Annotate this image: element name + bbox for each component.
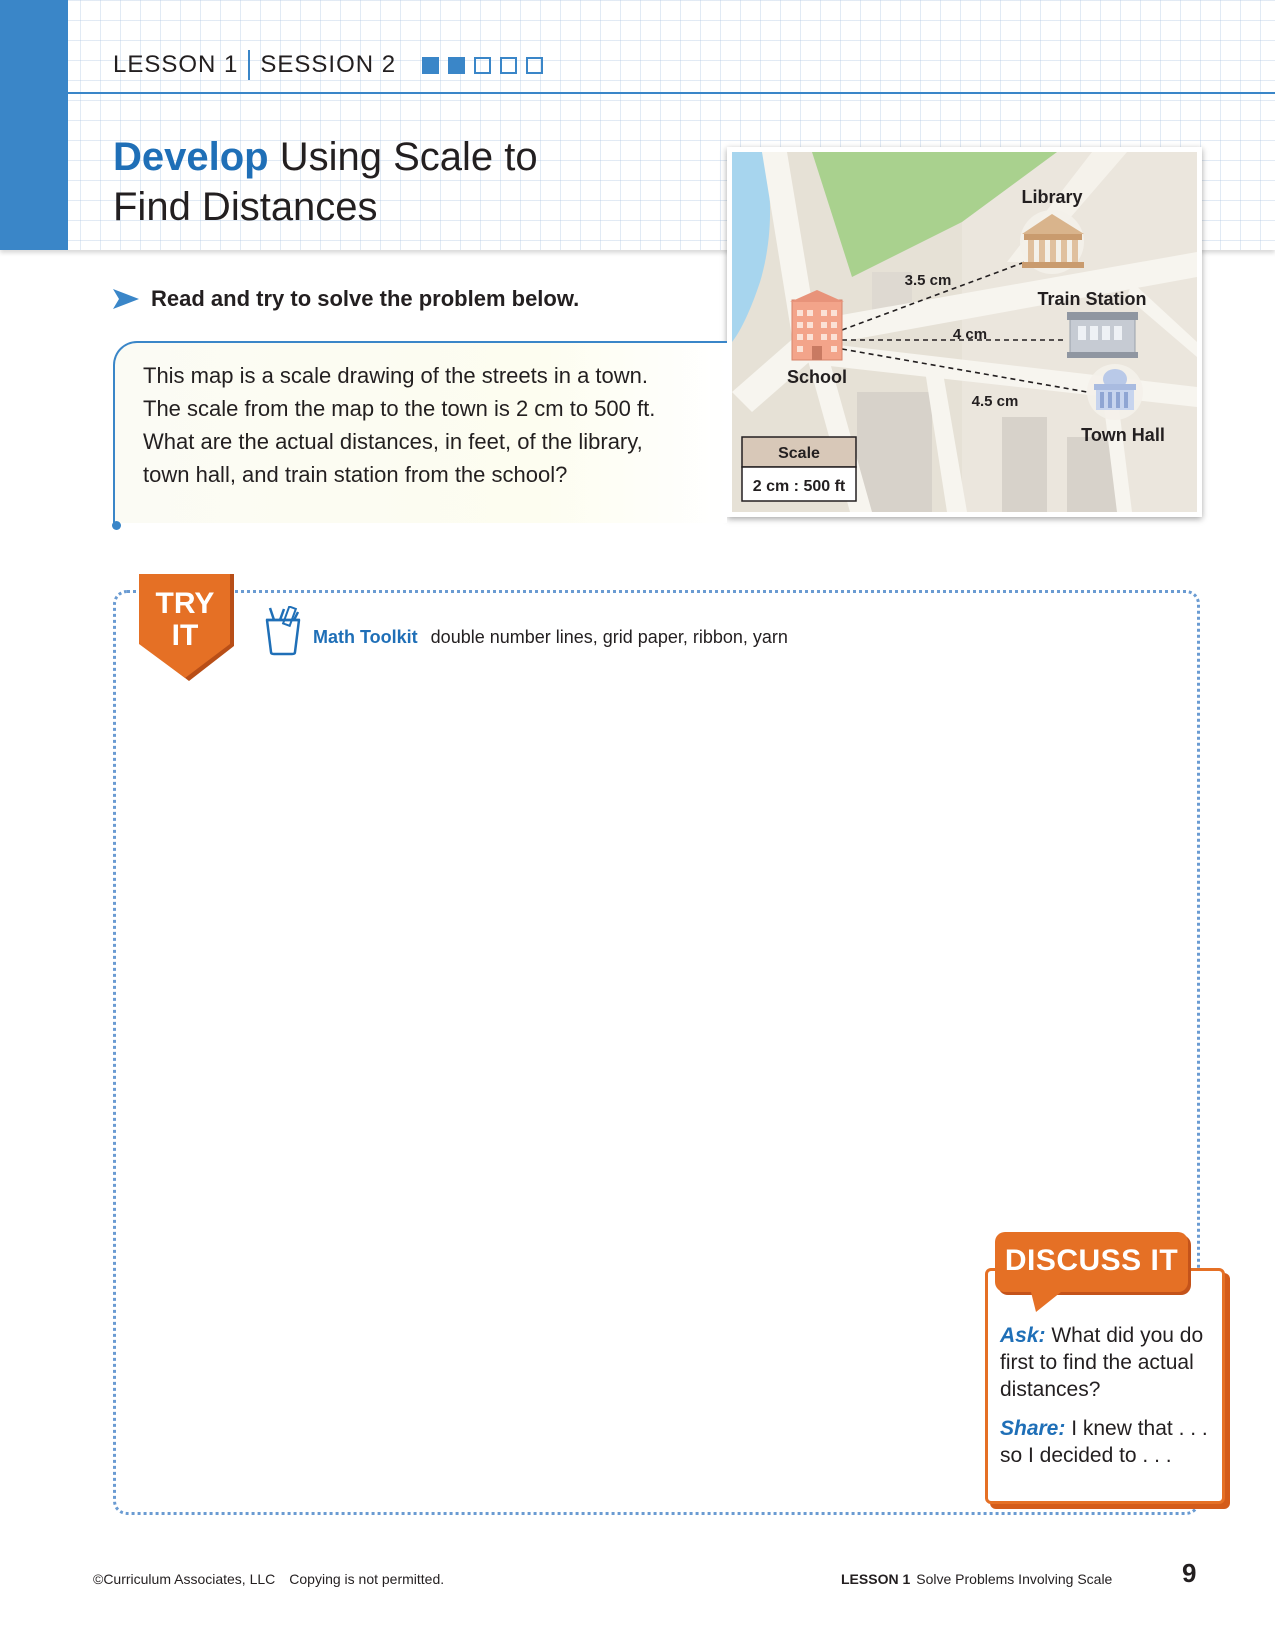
school-label: School [787, 367, 847, 387]
try-label-line-2: IT [171, 619, 199, 652]
problem-line-4: town hall, and train station from the sc… [143, 462, 568, 487]
discuss-it-body: Ask: What did you do first to find the a… [1000, 1322, 1215, 1481]
library-icon [1020, 210, 1084, 274]
train-station-icon [1067, 312, 1138, 358]
town-map-drawing: Library Train Station School Town Hall 3… [732, 152, 1197, 512]
footer-lesson: LESSON 1 Solve Problems Involving Scale [841, 1571, 1112, 1587]
school-icon [790, 290, 844, 361]
progress-square-4 [500, 56, 518, 74]
progress-square-3 [474, 56, 492, 74]
session-label: SESSION 2 [260, 51, 397, 78]
try-it-label: TRY IT [139, 588, 231, 652]
town-hall-icon [1087, 364, 1143, 420]
problem-text: This map is a scale drawing of the stree… [143, 359, 703, 491]
train-station-distance-label: 4 cm [953, 326, 987, 343]
footer-lesson-title: Solve Problems Involving Scale [916, 1571, 1113, 1587]
scale-value: 2 cm : 500 ft [753, 478, 846, 495]
progress-square-1 [422, 56, 440, 74]
problem-box-dot [112, 521, 121, 530]
math-toolkit-items: double number lines, grid paper, ribbon,… [430, 627, 788, 647]
footer-lesson-label: LESSON 1 [841, 1571, 911, 1587]
share-label: Share: [1000, 1417, 1066, 1440]
math-toolkit: Math Toolkit double number lines, grid p… [313, 627, 788, 648]
discuss-share: Share: I knew that . . . so I decided to… [1000, 1415, 1215, 1469]
problem-line-3: What are the actual distances, in feet, … [143, 429, 643, 454]
copy-notice: Copying is not permitted. [289, 1571, 445, 1587]
footer-copyright: ©Curriculum Associates, LLC Copying is no… [93, 1571, 444, 1587]
instruction-text: Read and try to solve the problem below. [151, 286, 580, 311]
library-distance-label: 3.5 cm [905, 272, 952, 289]
lesson-color-tab [0, 0, 68, 250]
progress-square-5 [526, 56, 544, 74]
title-emphasis: Develop [113, 135, 269, 179]
title-line-2: Find Distances [113, 185, 378, 229]
title-rest: Using Scale to [268, 135, 538, 179]
speech-tail-icon [1030, 1288, 1066, 1312]
page-number: 9 [1182, 1558, 1197, 1588]
ask-label: Ask: [1000, 1324, 1046, 1347]
lesson-separator [248, 50, 251, 80]
train-station-label: Train Station [1037, 289, 1146, 309]
scale-header: Scale [778, 445, 820, 462]
town-hall-distance-label: 4.5 cm [972, 393, 1019, 410]
page-title: Develop Using Scale to Find Distances [113, 132, 673, 232]
map-scale-box: Scale 2 cm : 500 ft [741, 436, 857, 502]
arrow-right-icon [113, 289, 139, 309]
copyright-text: ©Curriculum Associates, LLC [93, 1571, 276, 1587]
progress-square-2 [448, 56, 466, 74]
discuss-it-title: DISCUSS IT [1004, 1244, 1179, 1277]
lesson-label: LESSON 1 [113, 51, 239, 78]
instruction-line: Read and try to solve the problem below. [113, 286, 579, 312]
discuss-ask: Ask: What did you do first to find the a… [1000, 1322, 1215, 1403]
town-hall-label: Town Hall [1081, 425, 1165, 445]
problem-line-1: This map is a scale drawing of the stree… [143, 363, 649, 388]
pencil-cup-icon [265, 606, 301, 656]
library-label: Library [1021, 187, 1082, 207]
try-label-line-1: TRY [155, 587, 215, 620]
problem-line-2: The scale from the map to the town is 2 … [143, 396, 656, 421]
town-map: Library Train Station School Town Hall 3… [727, 147, 1202, 517]
lesson-session-line: LESSON 1 SESSION 2 [113, 50, 544, 80]
math-toolkit-label: Math Toolkit [313, 627, 418, 647]
header-rule [68, 92, 1275, 94]
session-progress [422, 56, 544, 74]
